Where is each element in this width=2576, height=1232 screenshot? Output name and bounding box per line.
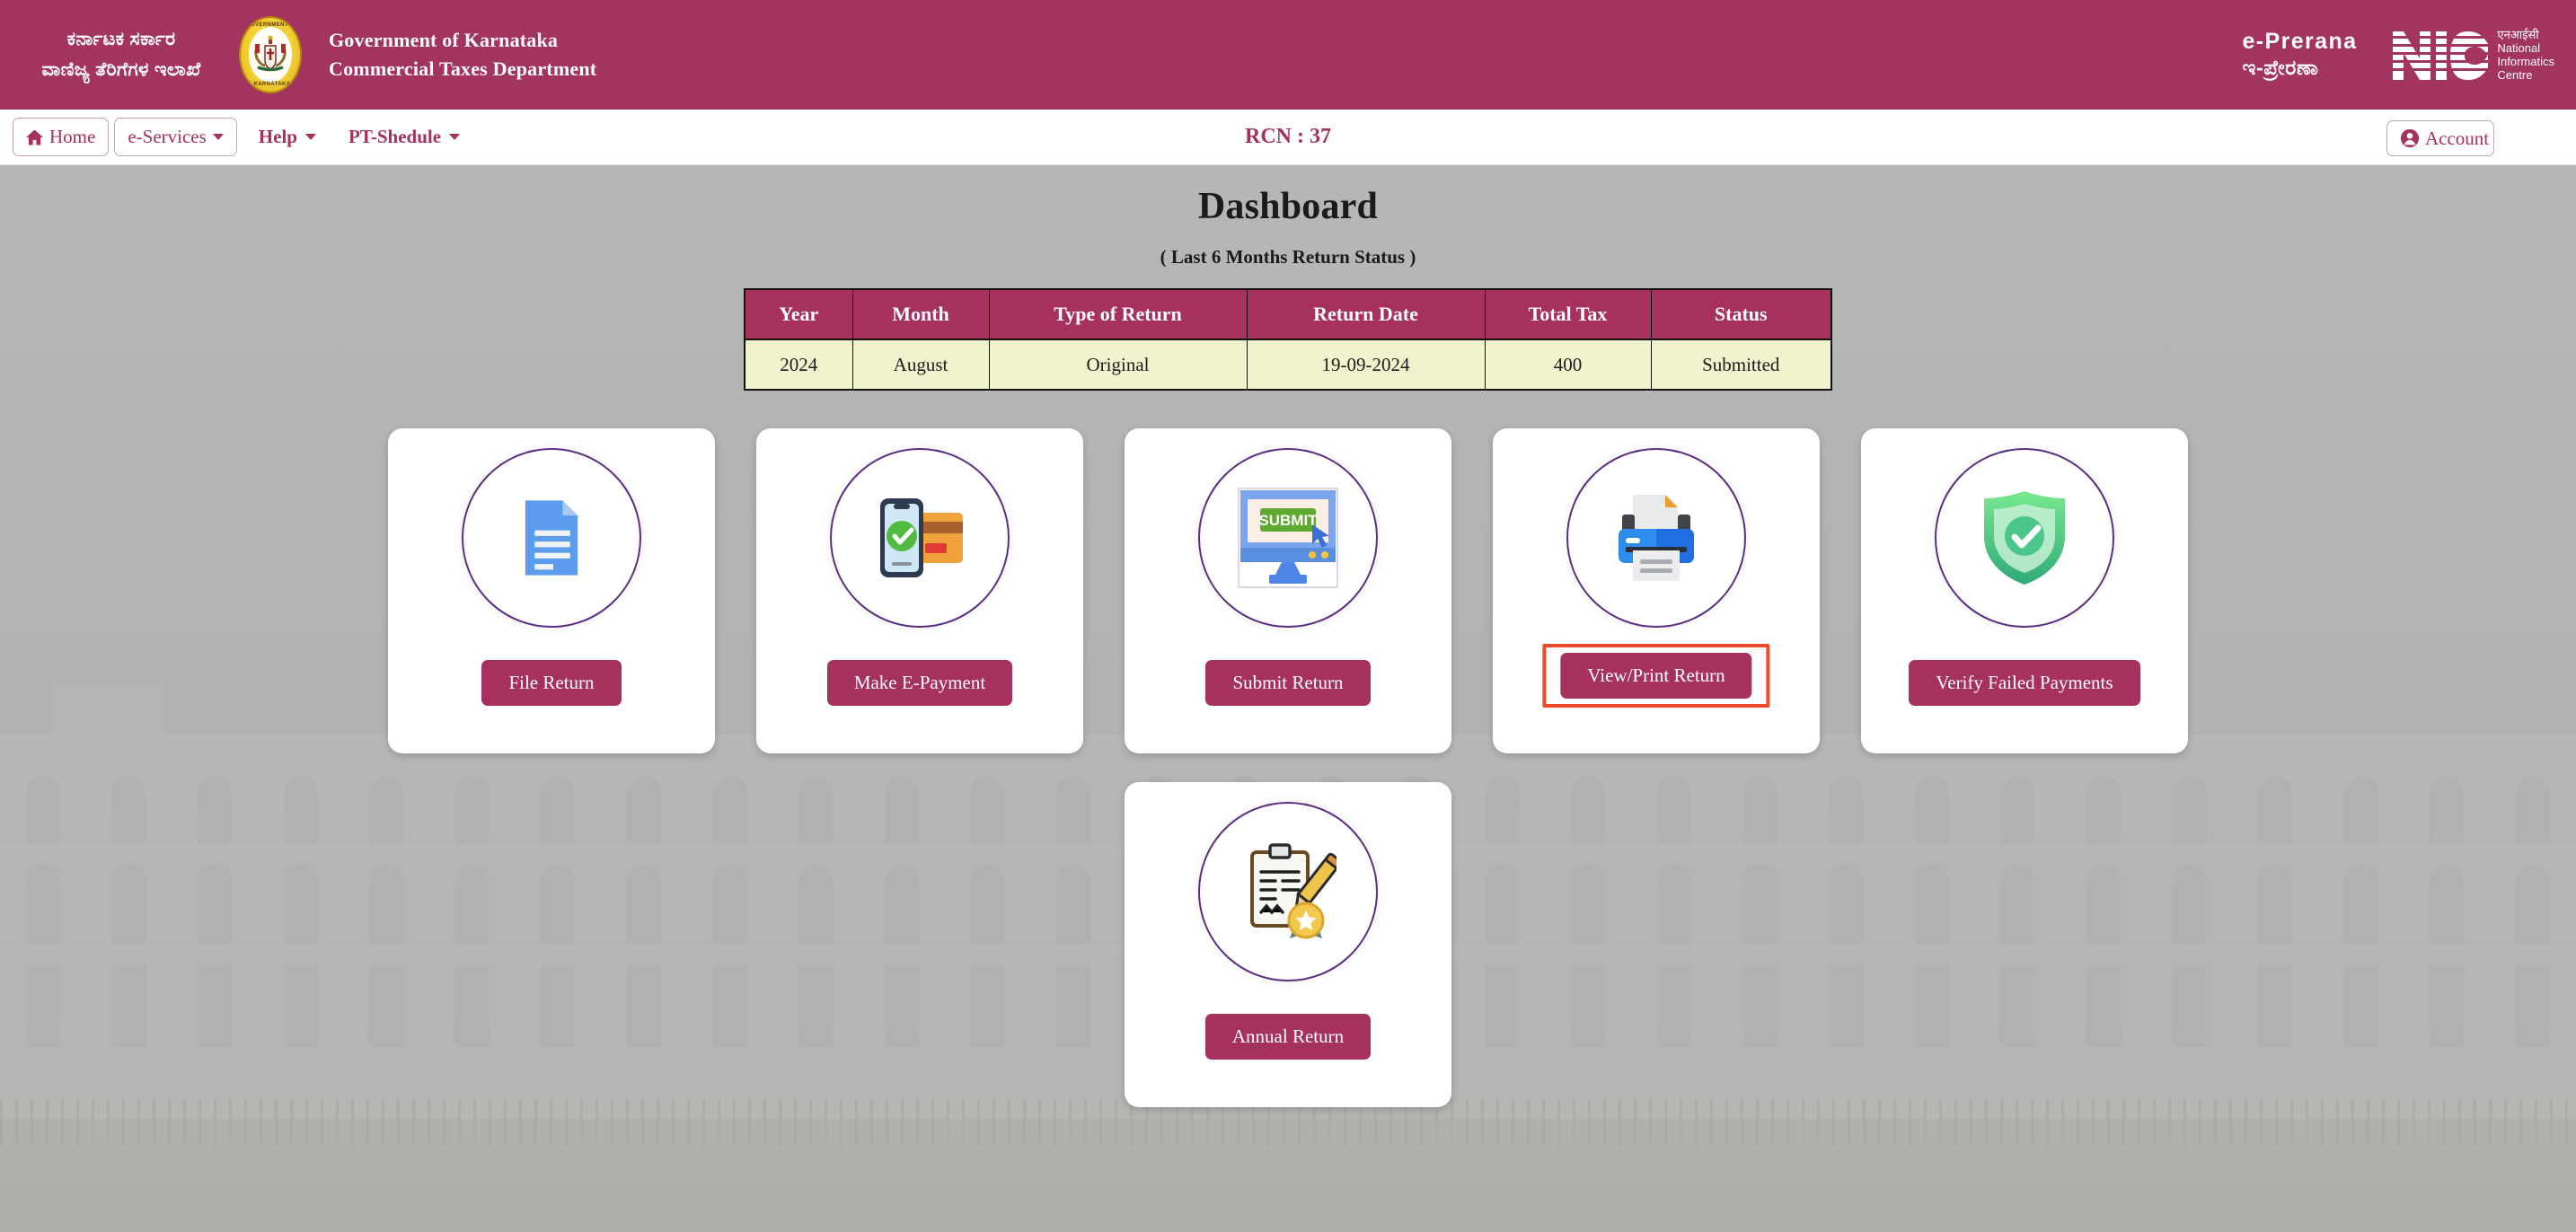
submit-return-icon-circle: SUBMIT (1198, 448, 1378, 628)
nic-hindi-label: एनआईसी (2497, 28, 2539, 41)
home-icon (26, 128, 43, 145)
document-icon (525, 500, 578, 576)
file-return-icon-circle (462, 448, 641, 628)
chevron-down-icon (304, 134, 316, 140)
account-menu-label: Account (2425, 127, 2490, 149)
dashboard-page: Dashboard ( Last 6 Months Return Status … (0, 165, 2576, 1232)
table-header-date: Return Date (1247, 289, 1486, 340)
nav-eservices-button[interactable]: e-Services (114, 118, 237, 156)
annual-return-button[interactable]: Annual Return (1204, 1014, 1372, 1060)
table-header-status: Status (1651, 289, 1831, 340)
emblem-arc-bottom-text: KARNATAKA (253, 82, 291, 87)
verify-failed-payments-icon-circle (1935, 448, 2114, 628)
annual-return-icon-circle (1198, 802, 1378, 981)
nav-help-label: Help (258, 126, 297, 147)
shield-check-icon (1984, 491, 2065, 585)
cell-date: 19-09-2024 (1247, 339, 1486, 390)
karnataka-emblem-icon: GOVERNMENT OF KARNATAKA (235, 13, 305, 96)
account-menu-button[interactable]: Account (2386, 120, 2494, 156)
table-header-year: Year (745, 289, 853, 340)
eprerana-label-kn: ಇ-ಪ್ರೇರಣಾ (2242, 56, 2319, 79)
card-submit-return[interactable]: SUBMIT Submit Return (1125, 428, 1451, 753)
gok-english-line2: Commercial Taxes Department (329, 57, 597, 80)
mobile-payment-icon (880, 498, 963, 577)
nav-help-button[interactable]: Help (243, 119, 332, 155)
nic-logo: एनआईसी National Informatics Centre (2391, 28, 2554, 82)
cell-status: Submitted (1651, 339, 1831, 390)
view-print-return-icon-circle (1566, 448, 1746, 628)
view-print-return-button[interactable]: View/Print Return (1560, 653, 1752, 699)
page-title: Dashboard (1197, 186, 1379, 227)
gok-kannada-line1: ಕರ್ನಾಟಕ ಸರ್ಕಾರ (66, 29, 176, 49)
nav-ptschedule-label: PT-Shedule (348, 126, 442, 147)
cell-type: Original (989, 339, 1248, 390)
submit-screen-text: SUBMIT (1258, 512, 1318, 529)
chevron-down-icon (212, 134, 224, 140)
table-header-row: Year Month Type of Return Return Date To… (745, 289, 1831, 340)
nic-label-line1: National (2497, 41, 2541, 55)
eprerana-logo: e-Prerana ಇ-ಪ್ರೇರಣಾ (2242, 29, 2357, 81)
card-view-print-return[interactable]: View/Print Return (1493, 428, 1820, 753)
nav-eservices-label: e-Services (128, 126, 207, 147)
table-header-month: Month (852, 289, 990, 340)
nic-wordmark: एनआईसी National Informatics Centre (2497, 28, 2554, 82)
gok-english-title: Government of Karnataka Commercial Taxes… (329, 26, 596, 84)
submit-return-button[interactable]: Submit Return (1205, 660, 1371, 706)
clipboard-award-icon (1250, 843, 1337, 942)
user-circle-icon (2400, 128, 2420, 148)
view-print-return-highlight: View/Print Return (1542, 644, 1770, 708)
nav-ptschedule-button[interactable]: PT-Shedule (332, 119, 476, 155)
file-return-button[interactable]: File Return (481, 660, 622, 706)
page-subtitle: ( Last 6 Months Return Status ) (1160, 246, 1416, 268)
card-annual-return[interactable]: Annual Return (1125, 782, 1451, 1107)
emblem-crest-icon (254, 35, 287, 72)
table-header-tax: Total Tax (1485, 289, 1652, 340)
card-make-epayment[interactable]: Make E-Payment (756, 428, 1083, 753)
return-status-table: Year Month Type of Return Return Date To… (744, 288, 1832, 391)
cell-year: 2024 (745, 339, 853, 390)
emblem-arc-top-text: GOVERNMENT OF (245, 22, 299, 28)
verify-failed-payments-button[interactable]: Verify Failed Payments (1909, 660, 2140, 706)
printer-icon (1619, 495, 1694, 581)
table-row: 2024 August Original 19-09-2024 400 Subm… (745, 339, 1831, 390)
table-header-type: Type of Return (989, 289, 1248, 340)
make-epayment-button[interactable]: Make E-Payment (826, 660, 1013, 706)
action-cards-row-1: File Return Make E-Payment SUBMIT Submit… (0, 428, 2576, 753)
main-navbar: Home e-Services Help PT-Shedule RCN : 37… (0, 110, 2576, 165)
card-verify-failed-payments[interactable]: Verify Failed Payments (1861, 428, 2188, 753)
nic-label-line3: Centre (2497, 68, 2533, 82)
eprerana-label-en: e-Prerana (2242, 29, 2358, 54)
card-file-return[interactable]: File Return (388, 428, 715, 753)
nav-home-button[interactable]: Home (13, 118, 110, 156)
nic-mark-icon (2393, 31, 2489, 81)
dashboard-content: Dashboard ( Last 6 Months Return Status … (0, 165, 2576, 1107)
cell-month: August (852, 339, 990, 390)
action-cards-row-2: Annual Return (0, 782, 2576, 1107)
monitor-submit-icon: SUBMIT (1238, 488, 1338, 588)
nav-home-label: Home (49, 126, 96, 147)
nic-label-line2: Informatics (2497, 55, 2554, 68)
gok-kannada-line2: ವಾಣಿಜ್ಯ ತೆರಿಗೆಗಳ ಇಲಾಖೆ (41, 59, 201, 80)
gok-kannada-title: ಕರ್ನಾಟಕ ಸರ್ಕಾರ ವಾಣಿಜ್ಯ ತೆರಿಗೆಗಳ ಇಲಾಖೆ (27, 24, 216, 85)
cell-tax: 400 (1485, 339, 1652, 390)
chevron-down-icon (449, 134, 461, 140)
site-header: ಕರ್ನಾಟಕ ಸರ್ಕಾರ ವಾಣಿಜ್ಯ ತೆರಿಗೆಗಳ ಇಲಾಖೆ GO… (0, 0, 2576, 110)
gok-english-line1: Government of Karnataka (329, 29, 559, 51)
header-right-group: e-Prerana ಇ-ಪ್ರೇರಣಾ एनआईसी National Info… (2242, 28, 2576, 82)
return-status-table-wrap: Year Month Type of Return Return Date To… (0, 288, 2576, 391)
make-epayment-icon-circle (830, 448, 1010, 628)
